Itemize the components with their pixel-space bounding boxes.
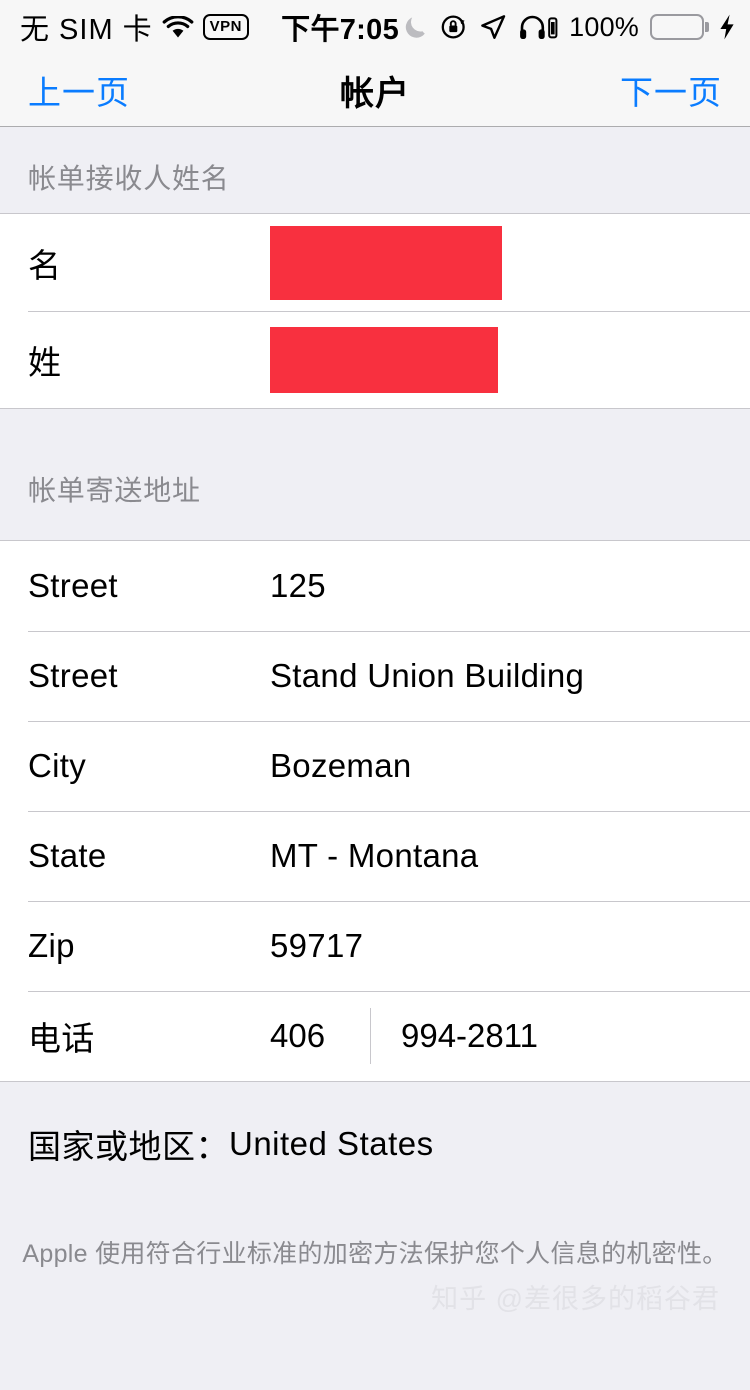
rotation-lock-icon [440, 13, 468, 41]
phone-fields: 406 994-2811 [270, 1008, 538, 1064]
state-label: State [28, 837, 107, 874]
country-value: United States [229, 1125, 434, 1162]
street2-row[interactable]: Street Stand Union Building [0, 631, 750, 721]
country-row[interactable]: 国家或地区： United States [0, 1082, 750, 1206]
privacy-footer-note: Apple 使用符合行业标准的加密方法保护您个人信息的机密性。 [0, 1206, 750, 1270]
street1-row[interactable]: Street 125 [0, 541, 750, 631]
state-value[interactable]: MT - Montana [270, 837, 478, 875]
navigation-bar: 上一页 帐户 下一页 [0, 54, 750, 127]
previous-page-button[interactable]: 上一页 [28, 66, 130, 114]
street2-value[interactable]: Stand Union Building [270, 657, 584, 695]
location-arrow-icon [479, 13, 507, 41]
billing-address-group: Street 125 Street Stand Union Building C… [0, 540, 750, 1082]
section-header-billing-address: 帐单寄送地址 [0, 409, 750, 540]
last-name-label: 姓 [28, 343, 62, 381]
section-header-billing-name: 帐单接收人姓名 [0, 127, 750, 213]
status-bar-left: 无 SIM 卡 VPN [20, 6, 250, 48]
wifi-icon [162, 15, 194, 39]
street1-value[interactable]: 125 [270, 567, 326, 605]
state-row[interactable]: State MT - Montana [0, 811, 750, 901]
zip-value[interactable]: 59717 [270, 927, 363, 965]
status-bar: 无 SIM 卡 VPN 下午7:05 100% [0, 0, 750, 54]
first-name-row[interactable]: 名 [0, 214, 750, 311]
headphones-battery-icon [518, 13, 558, 41]
street2-label: Street [28, 657, 118, 694]
city-value[interactable]: Bozeman [270, 747, 412, 785]
status-bar-right: 100% [403, 12, 736, 43]
city-row[interactable]: City Bozeman [0, 721, 750, 811]
lightning-bolt-icon [718, 13, 736, 41]
phone-number-value[interactable]: 994-2811 [401, 1017, 538, 1055]
zhihu-watermark: 知乎 @差很多的稻谷君 [431, 1284, 720, 1314]
form-content: 帐单接收人姓名 名 姓 帐单寄送地址 Street 125 Street Sta… [0, 127, 750, 1390]
phone-label: 电话 [28, 1020, 95, 1057]
billing-name-group: 名 姓 [0, 213, 750, 409]
status-bar-center: 下午7:05 [277, 6, 403, 48]
city-label: City [28, 747, 87, 784]
first-name-redaction [270, 225, 502, 300]
phone-field-divider [370, 1008, 371, 1064]
vpn-badge: VPN [202, 14, 250, 40]
carrier-label: 无 SIM 卡 [20, 14, 153, 46]
last-name-redaction [270, 326, 498, 393]
clock-label: 下午7:05 [281, 14, 399, 46]
first-name-label: 名 [28, 246, 62, 284]
battery-percent-label: 100% [569, 11, 639, 42]
country-label: 国家或地区： [28, 1128, 229, 1165]
battery-icon [650, 14, 704, 40]
last-name-row[interactable]: 姓 [0, 311, 750, 408]
next-page-button[interactable]: 下一页 [620, 66, 722, 114]
zip-label: Zip [28, 927, 75, 964]
phone-row[interactable]: 电话 406 994-2811 [0, 991, 750, 1081]
zip-row[interactable]: Zip 59717 [0, 901, 750, 991]
phone-area-code-value[interactable]: 406 [270, 1017, 370, 1055]
moon-icon [403, 14, 429, 40]
street1-label: Street [28, 567, 118, 604]
